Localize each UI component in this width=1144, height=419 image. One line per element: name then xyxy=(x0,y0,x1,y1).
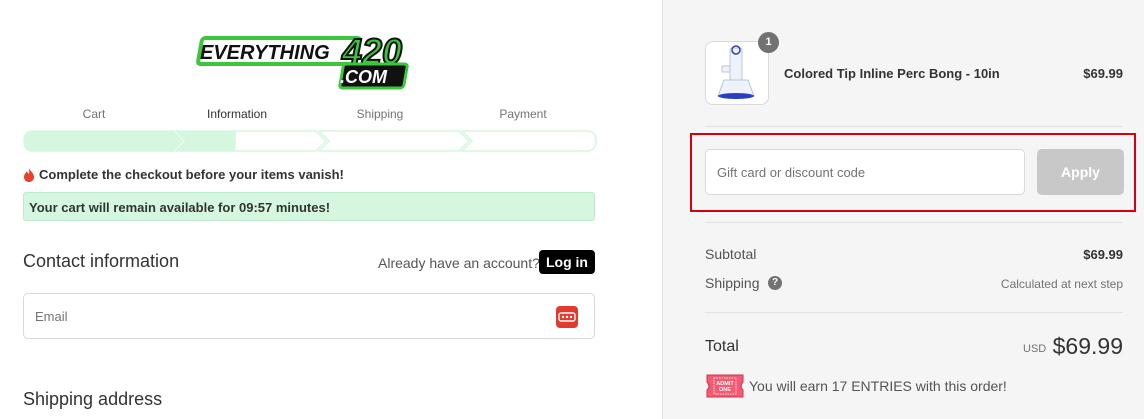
discount-code-input[interactable]: Gift card or discount code xyxy=(705,149,1025,195)
step-information: Information xyxy=(206,107,268,121)
logo-tld: .COM xyxy=(340,67,388,87)
product-price: $69.99 xyxy=(1083,66,1123,81)
product-thumbnail xyxy=(705,41,769,105)
step-shipping: Shipping xyxy=(356,107,404,121)
logo-word: EVERYTHING xyxy=(200,42,330,64)
flame-icon xyxy=(24,167,34,182)
warning-text: Complete the checkout before your items … xyxy=(39,167,344,182)
divider xyxy=(705,222,1123,223)
cart-timer-banner: Your cart will remain available for 09:5… xyxy=(23,192,595,221)
help-icon[interactable]: ? xyxy=(768,276,782,290)
checkout-timer-warning: Complete the checkout before your items … xyxy=(23,167,344,182)
shipping-section-title: Shipping address xyxy=(23,389,163,409)
order-summary: 1 Colored Tip Inline Perc Bong - 10in $6… xyxy=(662,0,1144,419)
currency-code: USD xyxy=(1023,343,1047,355)
checkout-progress-bar xyxy=(23,130,597,152)
apply-discount-button[interactable]: Apply xyxy=(1037,149,1124,195)
step-payment: Payment xyxy=(499,107,547,121)
quantity-badge: 1 xyxy=(758,32,779,53)
checkout-main: EVERYTHING 420 .COM Cart Information Shi… xyxy=(0,0,662,419)
account-prompt: Already have an account? xyxy=(378,255,540,271)
rewards-entries-text: You will earn 17 ENTRIES with this order… xyxy=(749,378,1007,394)
shipping-label: Shipping xyxy=(705,275,760,291)
discount-placeholder: Gift card or discount code xyxy=(717,165,866,180)
email-placeholder: Email xyxy=(35,309,68,324)
divider xyxy=(705,312,1123,313)
total-label: Total xyxy=(705,338,739,355)
product-name: Colored Tip Inline Perc Bong - 10in xyxy=(784,66,1000,81)
email-field[interactable]: Email xyxy=(23,293,595,339)
total-amount: $69.99 xyxy=(1052,333,1123,359)
step-cart[interactable]: Cart xyxy=(34,107,154,121)
subtotal-label: Subtotal xyxy=(705,246,757,262)
subtotal-value: $69.99 xyxy=(1083,247,1123,262)
everything420-logo[interactable]: EVERYTHING 420 .COM xyxy=(192,28,428,92)
contact-section-title: Contact information xyxy=(23,251,180,271)
shipping-value: Calculated at next step xyxy=(1000,277,1123,291)
ticket-line2: ONE xyxy=(719,387,731,393)
admit-one-ticket-icon: ADMIT ONE xyxy=(706,374,744,398)
password-manager-icon[interactable] xyxy=(556,306,578,328)
divider xyxy=(705,126,1123,127)
bong-image-icon xyxy=(717,45,755,99)
login-button[interactable]: Log in xyxy=(539,250,595,274)
